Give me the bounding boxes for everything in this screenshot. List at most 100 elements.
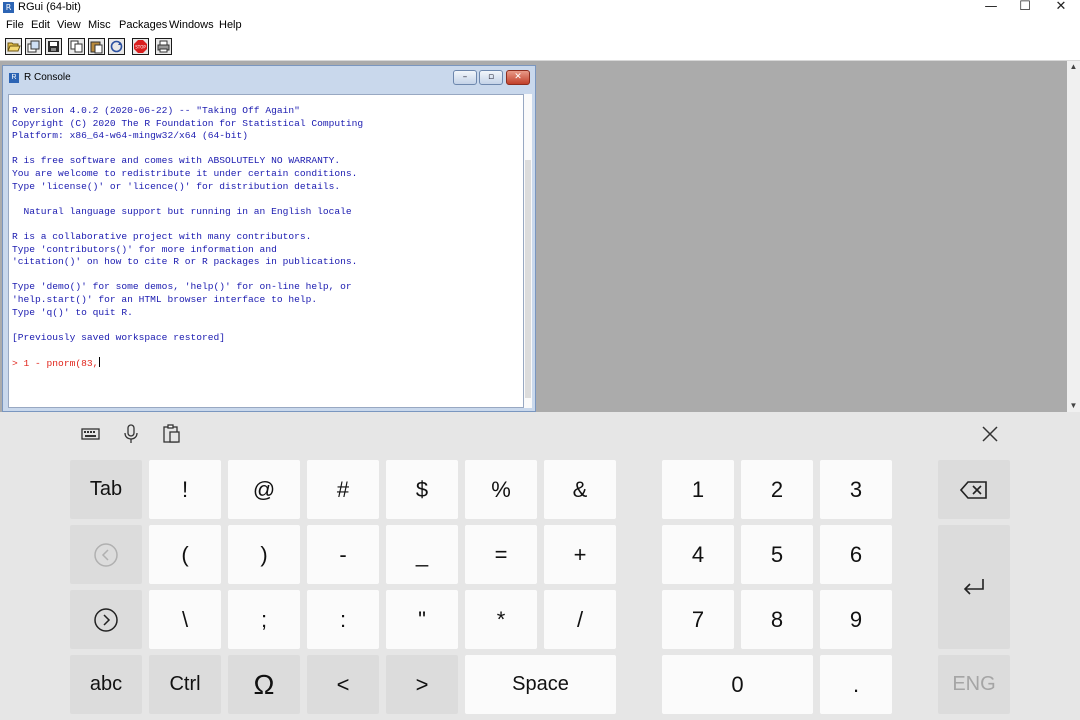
key-period[interactable]: . bbox=[820, 655, 892, 714]
backspace-icon[interactable] bbox=[938, 460, 1010, 519]
key-backslash[interactable]: \ bbox=[149, 590, 221, 649]
microphone-icon[interactable] bbox=[119, 422, 143, 446]
console-output[interactable]: R version 4.0.2 (2020-06-22) -- "Taking … bbox=[8, 94, 524, 408]
maximize-button[interactable]: ☐ bbox=[1010, 0, 1040, 15]
svg-text:STOP: STOP bbox=[135, 45, 146, 50]
copy-icon[interactable] bbox=[68, 38, 85, 55]
console-input-text: > 1 - pnorm(83, bbox=[12, 358, 99, 369]
console-line: 'citation()' on how to cite R or R packa… bbox=[12, 256, 358, 268]
clipboard-icon[interactable] bbox=[160, 422, 184, 446]
print-icon[interactable] bbox=[155, 38, 172, 55]
key-4[interactable]: 4 bbox=[662, 525, 734, 584]
menu-file[interactable]: File bbox=[6, 17, 24, 34]
key-2[interactable]: 2 bbox=[741, 460, 813, 519]
console-line: R version 4.0.2 (2020-06-22) -- "Taking … bbox=[12, 105, 300, 116]
mdi-workspace: R R Console – ▫ ✕ R version 4.0.2 (2020-… bbox=[0, 61, 1080, 412]
key-1[interactable]: 1 bbox=[662, 460, 734, 519]
close-button[interactable]: ✕ bbox=[1046, 0, 1076, 15]
r-logo-icon: R bbox=[9, 73, 19, 83]
console-minimize-button[interactable]: – bbox=[453, 70, 477, 85]
console-line: You are welcome to redistribute it under… bbox=[12, 168, 358, 179]
key-8[interactable]: 8 bbox=[741, 590, 813, 649]
console-line: 'help.start()' for an HTML browser inter… bbox=[12, 294, 318, 305]
console-line: Natural language support but running in … bbox=[12, 205, 352, 217]
console-line: Type 'contributors()' for more informati… bbox=[12, 243, 277, 255]
key-asterisk[interactable]: * bbox=[465, 590, 537, 649]
console-line: Copyright (C) 2020 The R Foundation for … bbox=[12, 117, 364, 129]
console-scrollbar[interactable] bbox=[524, 94, 532, 408]
r-console-title: R Console bbox=[24, 72, 71, 83]
enter-icon[interactable] bbox=[938, 525, 1010, 649]
menu-help[interactable]: Help bbox=[219, 17, 242, 34]
key-9[interactable]: 9 bbox=[820, 590, 892, 649]
left-arrow-circle-icon[interactable] bbox=[70, 525, 142, 584]
console-line: [Previously saved workspace restored] bbox=[12, 331, 226, 343]
open-script-icon[interactable] bbox=[5, 38, 22, 55]
r-console-titlebar[interactable]: R R Console – ▫ ✕ bbox=[3, 66, 535, 90]
scroll-down-icon[interactable]: ▼ bbox=[1067, 400, 1080, 412]
menu-misc[interactable]: Misc bbox=[88, 17, 111, 34]
key-less-than[interactable]: < bbox=[307, 655, 379, 714]
console-input-line[interactable]: > 1 - pnorm(83, bbox=[12, 357, 101, 370]
stop-icon[interactable]: STOP bbox=[132, 38, 149, 55]
key-hash[interactable]: # bbox=[307, 460, 379, 519]
key-plus[interactable]: + bbox=[544, 525, 616, 584]
key-slash[interactable]: / bbox=[544, 590, 616, 649]
load-workspace-icon[interactable] bbox=[25, 38, 42, 55]
r-logo-icon: R bbox=[3, 2, 14, 13]
console-close-button[interactable]: ✕ bbox=[506, 70, 530, 85]
toolbar: STOP bbox=[0, 35, 1080, 61]
close-icon[interactable] bbox=[978, 422, 1002, 446]
console-line: R is free software and comes with ABSOLU… bbox=[12, 155, 341, 167]
console-line: Type 'q()' to quit R. bbox=[12, 306, 133, 318]
key-minus[interactable]: - bbox=[307, 525, 379, 584]
key-abc[interactable]: abc bbox=[70, 655, 142, 714]
app-titlebar: R RGui (64-bit) — ☐ ✕ bbox=[0, 0, 1080, 15]
key-semicolon[interactable]: ; bbox=[228, 590, 300, 649]
key-greater-than[interactable]: > bbox=[386, 655, 458, 714]
console-line: Type 'license()' or 'licence()' for dist… bbox=[12, 180, 341, 192]
menu-packages[interactable]: Packages bbox=[119, 17, 167, 34]
key-language[interactable]: ENG bbox=[938, 655, 1010, 714]
key-equals[interactable]: = bbox=[465, 525, 537, 584]
key-3[interactable]: 3 bbox=[820, 460, 892, 519]
paste-icon[interactable] bbox=[88, 38, 105, 55]
app-title: RGui (64-bit) bbox=[18, 1, 81, 13]
key-0[interactable]: 0 bbox=[662, 655, 813, 714]
key-omega[interactable]: Ω bbox=[228, 655, 300, 714]
save-workspace-icon[interactable] bbox=[45, 38, 62, 55]
menu-edit[interactable]: Edit bbox=[31, 17, 50, 34]
console-scroll-thumb[interactable] bbox=[525, 160, 531, 398]
workspace-scrollbar[interactable]: ▲ ▼ bbox=[1067, 61, 1080, 412]
key-exclamation[interactable]: ! bbox=[149, 460, 221, 519]
key-tab[interactable]: Tab bbox=[70, 460, 142, 519]
copy-paste-icon[interactable] bbox=[108, 38, 125, 55]
key-left-paren[interactable]: ( bbox=[149, 525, 221, 584]
key-dollar[interactable]: $ bbox=[386, 460, 458, 519]
key-6[interactable]: 6 bbox=[820, 525, 892, 584]
console-line: Platform: x86_64-w64-mingw32/x64 (64-bit… bbox=[12, 130, 249, 142]
key-right-paren[interactable]: ) bbox=[228, 525, 300, 584]
key-underscore[interactable]: _ bbox=[386, 525, 458, 584]
text-caret bbox=[99, 357, 101, 367]
key-ampersand[interactable]: & bbox=[544, 460, 616, 519]
key-colon[interactable]: : bbox=[307, 590, 379, 649]
key-ctrl[interactable]: Ctrl bbox=[149, 655, 221, 714]
console-line: Type 'demo()' for some demos, 'help()' f… bbox=[12, 281, 352, 293]
scroll-up-icon[interactable]: ▲ bbox=[1067, 61, 1080, 73]
menu-bar: File Edit View Misc Packages Windows Hel… bbox=[0, 17, 1080, 34]
menu-windows[interactable]: Windows bbox=[169, 17, 214, 34]
key-at[interactable]: @ bbox=[228, 460, 300, 519]
key-7[interactable]: 7 bbox=[662, 590, 734, 649]
minimize-button[interactable]: — bbox=[976, 0, 1006, 15]
key-space[interactable]: Space bbox=[465, 655, 616, 714]
key-5[interactable]: 5 bbox=[741, 525, 813, 584]
console-line: R is a collaborative project with many c… bbox=[12, 231, 312, 242]
keyboard-settings-icon[interactable] bbox=[79, 422, 103, 446]
r-console-window: R R Console – ▫ ✕ R version 4.0.2 (2020-… bbox=[2, 65, 536, 412]
right-arrow-circle-icon[interactable] bbox=[70, 590, 142, 649]
key-percent[interactable]: % bbox=[465, 460, 537, 519]
key-quote[interactable]: " bbox=[386, 590, 458, 649]
menu-view[interactable]: View bbox=[57, 17, 81, 34]
console-restore-button[interactable]: ▫ bbox=[479, 70, 503, 85]
